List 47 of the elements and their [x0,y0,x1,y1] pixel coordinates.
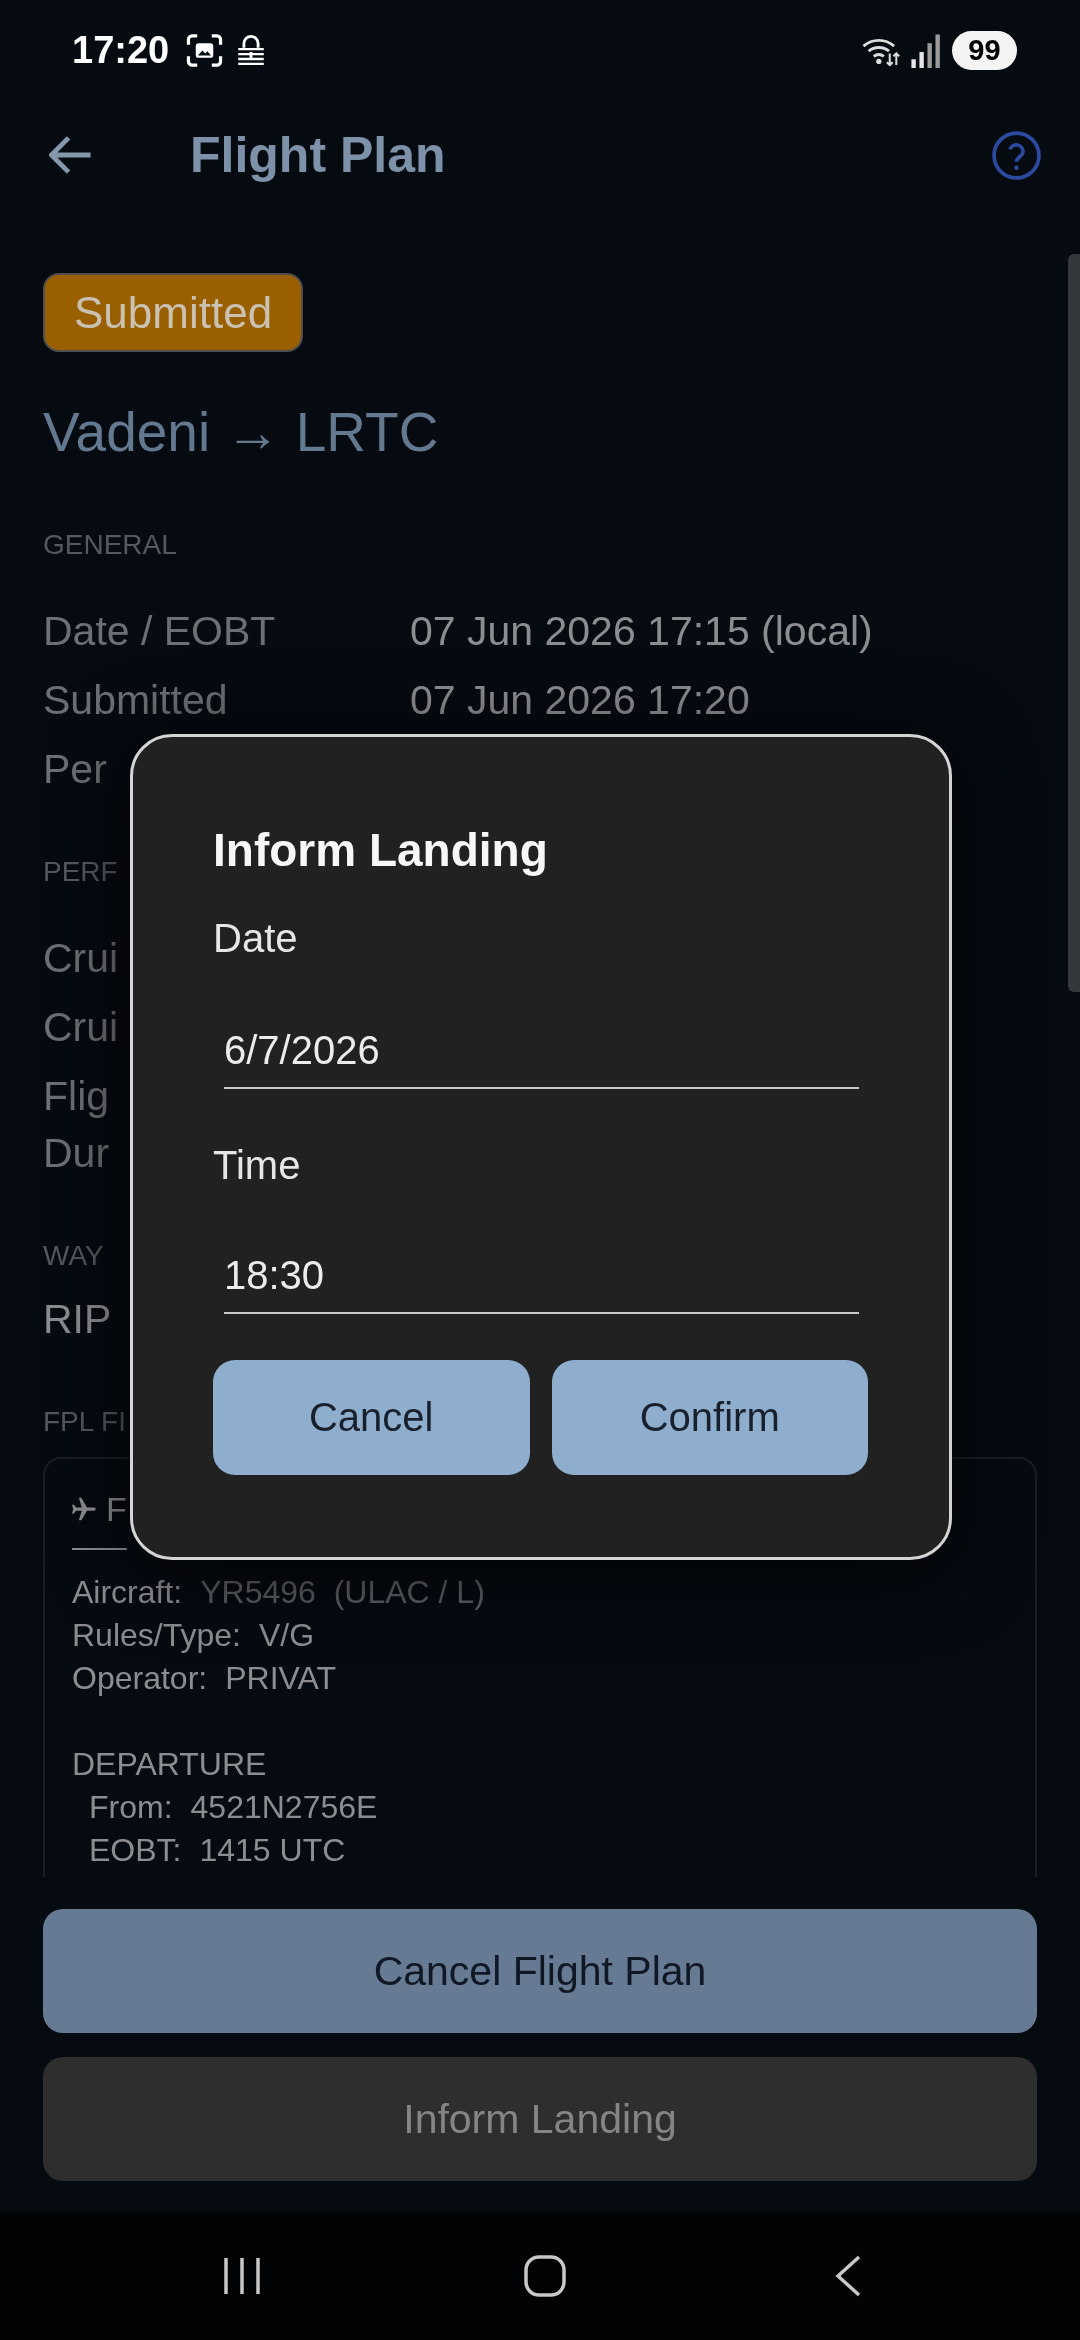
action-button[interactable]: Inform Landing [43,2057,1037,2181]
detail-label: Per [43,745,107,794]
status-time: 17:20 [72,28,170,72]
detail-label: Flig Dur [43,1072,110,1178]
line-value: YR5496 (ULAC / L) [200,1573,485,1612]
line-label: From: [89,1788,173,1827]
dialog-button[interactable]: Cancel [213,1360,530,1475]
status-badge: Submitted [43,273,304,352]
input-field[interactable]: 18:30 [224,1248,859,1314]
section-heading: WAY [43,1239,104,1273]
route-title: Vadeni → LRTC [43,400,439,465]
screenshot-icon [185,32,225,68]
section-heading: FPL FI [43,1405,126,1439]
input-field[interactable]: 6/7/2026 [224,1023,859,1089]
card-tab[interactable]: F [72,1485,127,1550]
back-arrow-icon[interactable] [49,133,93,177]
line-label: Rules/Type: [72,1616,241,1655]
line-label: EOBT: [89,1831,182,1870]
section-heading: GENERAL [43,528,177,562]
line-label: Aircraft: [72,1573,183,1612]
line-value: 1415 UTC [199,1831,346,1870]
line-value: 4521N2756E [190,1788,378,1827]
section-heading: PERF [43,855,118,889]
detail-value: 07 Jun 2026 17:20 [410,676,750,725]
help-icon[interactable] [992,130,1041,180]
detail-value: 07 Jun 2026 17:15 (local) [410,607,873,656]
line-value: V/G [258,1616,315,1655]
detail-label: Crui [43,1003,119,1052]
signal-icon [911,32,941,68]
field-label: Time [213,1142,301,1189]
detail-label: Crui [43,934,119,983]
action-button[interactable]: Cancel Flight Plan [43,1909,1037,2033]
field-label: Date [213,915,298,962]
waypoint-text: RIP [43,1295,112,1344]
dialog-button[interactable]: Confirm [551,1360,868,1475]
detail-label: Date / EOBT [43,607,276,656]
back-icon[interactable] [833,2255,862,2297]
battery-level: 99 [952,30,1017,70]
group-heading: DEPARTURE [72,1745,267,1784]
dialog-title: Inform Landing [213,823,548,878]
screen-title: Flight Plan [190,126,446,185]
detail-label: Submitted [43,676,228,725]
airplane-icon [72,1497,96,1521]
line-label: Operator: [72,1659,208,1698]
recents-icon[interactable] [222,2256,261,2296]
home-icon[interactable] [523,2255,566,2297]
line-value: PRIVAT [225,1659,336,1698]
